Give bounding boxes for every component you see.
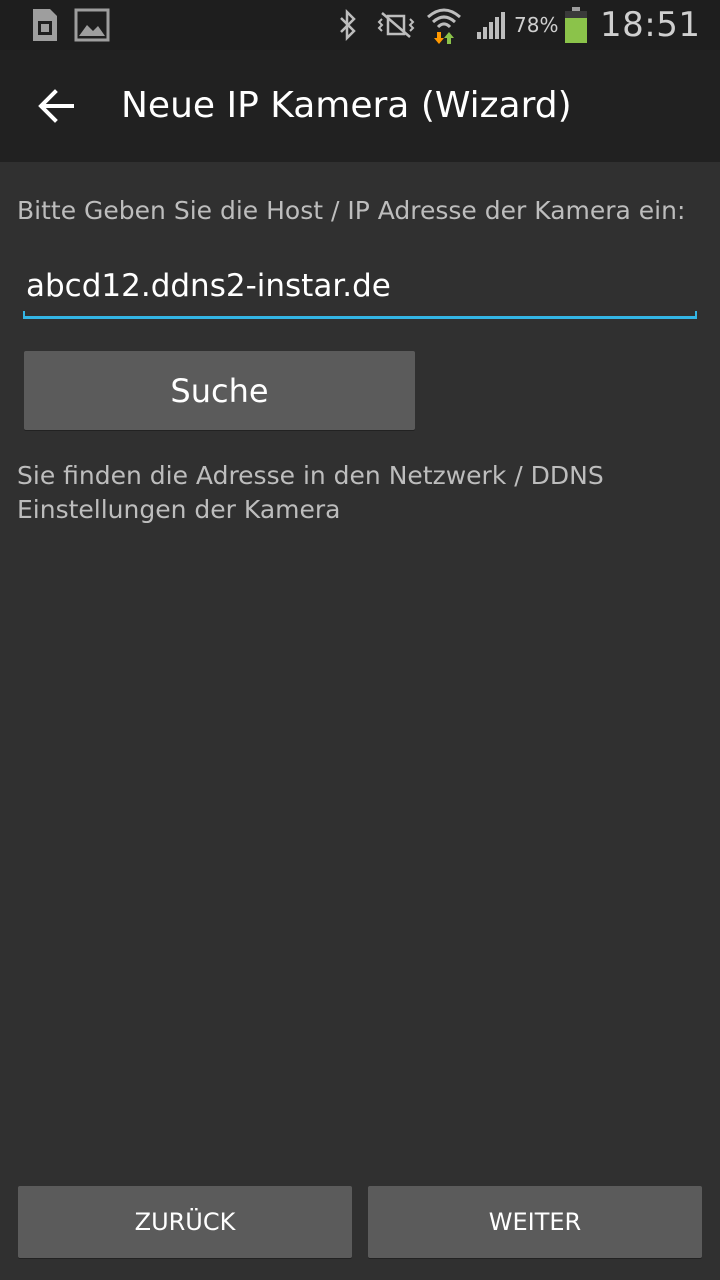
- battery-icon: [562, 0, 590, 50]
- action-bar: Neue IP Kamera (Wizard): [0, 50, 720, 162]
- signal-icon: [474, 0, 510, 50]
- search-button[interactable]: Suche: [24, 351, 415, 430]
- clock: 18:51: [600, 5, 701, 45]
- back-arrow-icon[interactable]: [34, 84, 78, 128]
- input-underline: [23, 311, 697, 319]
- host-input-container: [23, 256, 697, 320]
- back-button[interactable]: ZURÜCK: [18, 1186, 352, 1258]
- bluetooth-icon: [334, 0, 362, 50]
- hint-line-1: Sie finden die Adresse in den Netzwerk /…: [17, 461, 604, 490]
- hint-line-2: Einstellungen der Kamera: [17, 495, 341, 524]
- host-prompt-label: Bitte Geben Sie die Host / IP Adresse de…: [17, 196, 686, 225]
- image-icon: [72, 0, 112, 50]
- hint-text: Sie finden die Adresse in den Netzwerk /…: [17, 459, 707, 527]
- host-input[interactable]: [23, 256, 697, 316]
- status-bar: 78% 18:51: [0, 0, 720, 50]
- sim-card-icon: [26, 0, 64, 50]
- vibrate-icon: [374, 0, 418, 50]
- battery-percent: 78%: [514, 13, 559, 37]
- wifi-icon: [424, 0, 464, 50]
- next-button[interactable]: WEITER: [368, 1186, 702, 1258]
- page-title: Neue IP Kamera (Wizard): [121, 85, 572, 126]
